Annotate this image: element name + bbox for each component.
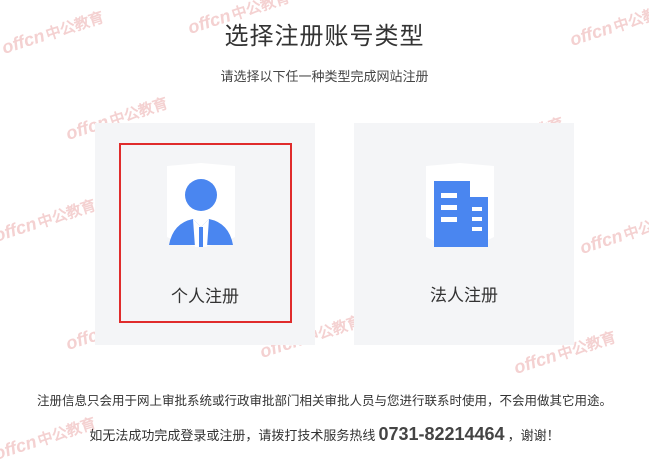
corporate-registration-label: 法人注册: [430, 286, 498, 306]
support-hotline: 如无法成功完成登录或注册，请拨打技术服务热线 0731-82214464 ，谢谢！: [0, 424, 649, 445]
corporate-registration-card[interactable]: 法人注册: [354, 123, 574, 345]
hotline-number: 0731-82214464: [378, 424, 505, 444]
hotline-prefix: 如无法成功完成登录或注册，请拨打技术服务热线: [89, 429, 376, 444]
hotline-suffix: ，谢谢！: [507, 429, 560, 444]
page-subtitle: 请选择以下任一种类型完成网站注册: [220, 70, 429, 85]
page-title: 选择注册账号类型: [224, 22, 425, 50]
building-shield-icon: [426, 163, 494, 247]
selection-highlight: [119, 143, 292, 323]
watermark: offcn中公教育: [0, 197, 99, 246]
privacy-notice: 注册信息只会用于网上审批系统或行政审批部门相关审批人员与您进行联系时使用，不会用…: [36, 393, 612, 408]
watermark: offcn中公教育: [577, 209, 649, 258]
